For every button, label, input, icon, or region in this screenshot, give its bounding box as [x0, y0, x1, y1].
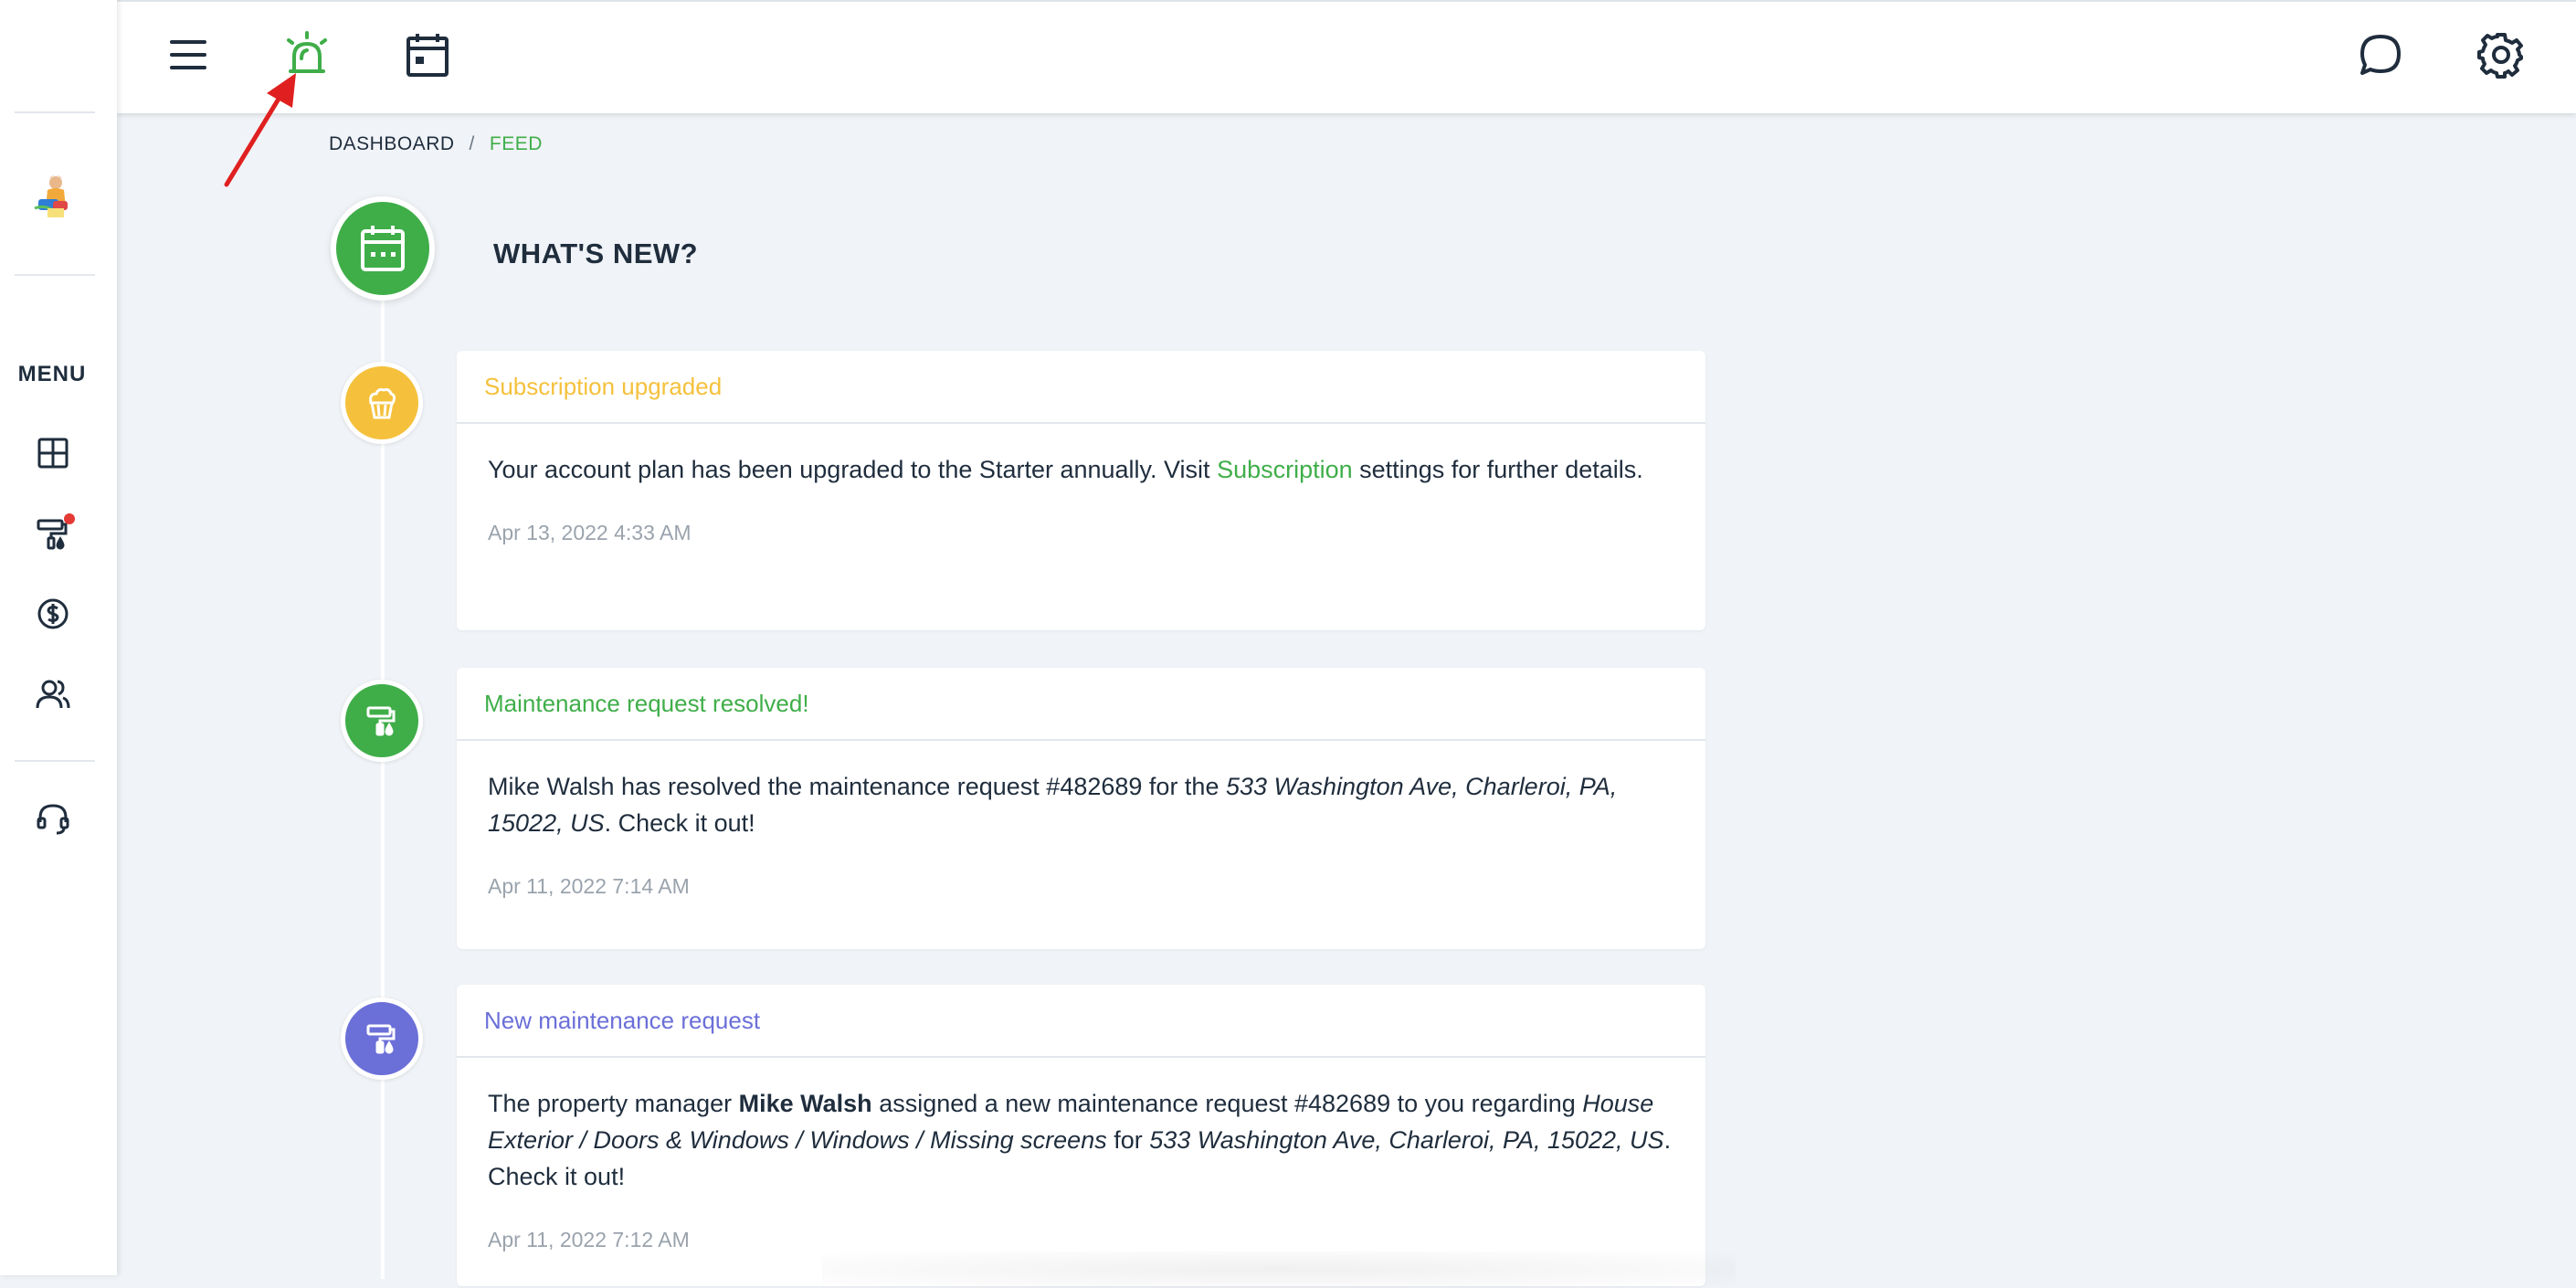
- menu-icon[interactable]: [163, 29, 214, 80]
- gear-icon[interactable]: [2476, 29, 2527, 80]
- top-header: [117, 0, 2576, 113]
- feed-card: Subscription upgraded Your account plan …: [457, 351, 1705, 630]
- support-icon[interactable]: [33, 798, 73, 839]
- paint-roller-icon: [366, 1024, 396, 1054]
- dashboard-icon[interactable]: [33, 433, 73, 473]
- annotation-arrow: [224, 73, 296, 187]
- sidebar-divider: [15, 760, 95, 762]
- feed-item-badge: [341, 998, 423, 1080]
- breadcrumb-dashboard-link[interactable]: DASHBOARD: [329, 133, 455, 154]
- feed-header-badge: [331, 196, 435, 301]
- feed-card-title: Maintenance request resolved!: [457, 668, 1705, 741]
- cake-icon: [369, 388, 396, 419]
- payments-icon[interactable]: [33, 594, 73, 634]
- feed-card-body: Your account plan has been upgraded to t…: [488, 456, 1643, 483]
- menu-label: MENU: [17, 362, 87, 386]
- breadcrumb-separator: /: [469, 133, 475, 154]
- sidebar-divider: [15, 274, 95, 276]
- calendar-icon[interactable]: [402, 29, 453, 80]
- avatar[interactable]: [26, 168, 82, 225]
- feed-card-body: The property manager Mike Walsh assigned…: [488, 1090, 1672, 1190]
- bottom-shadow: [822, 1251, 1736, 1288]
- people-icon[interactable]: [33, 674, 73, 714]
- breadcrumb: DASHBOARD / FEED: [329, 133, 543, 155]
- feed-card: New maintenance request The property man…: [457, 985, 1705, 1286]
- calendar-icon: [361, 226, 405, 271]
- feed-card-body: Mike Walsh has resolved the maintenance …: [488, 773, 1618, 837]
- subscription-link[interactable]: Subscription: [1217, 456, 1353, 483]
- paint-roller-icon: [366, 706, 396, 736]
- chat-icon[interactable]: [2355, 29, 2406, 80]
- feed-card-title: Subscription upgraded: [457, 351, 1705, 424]
- sidebar-divider: [15, 111, 95, 113]
- feed-item-badge: [341, 680, 423, 762]
- breadcrumb-current: FEED: [489, 133, 543, 154]
- notification-dot: [64, 513, 75, 524]
- feed-card-title: New maintenance request: [457, 985, 1705, 1058]
- feed-card-date: Apr 11, 2022 7:12 AM: [488, 1228, 690, 1251]
- feed-card: Maintenance request resolved! Mike Walsh…: [457, 668, 1705, 949]
- feed-card-date: Apr 13, 2022 4:33 AM: [488, 521, 692, 544]
- feed-item-badge: [341, 362, 423, 444]
- page-title: WHAT'S NEW?: [493, 238, 699, 269]
- sidebar: MENU: [0, 0, 117, 1275]
- feed-card-date: Apr 11, 2022 7:14 AM: [488, 874, 690, 898]
- maintenance-icon[interactable]: [33, 513, 75, 554]
- manager-name: Mike Walsh: [738, 1090, 872, 1117]
